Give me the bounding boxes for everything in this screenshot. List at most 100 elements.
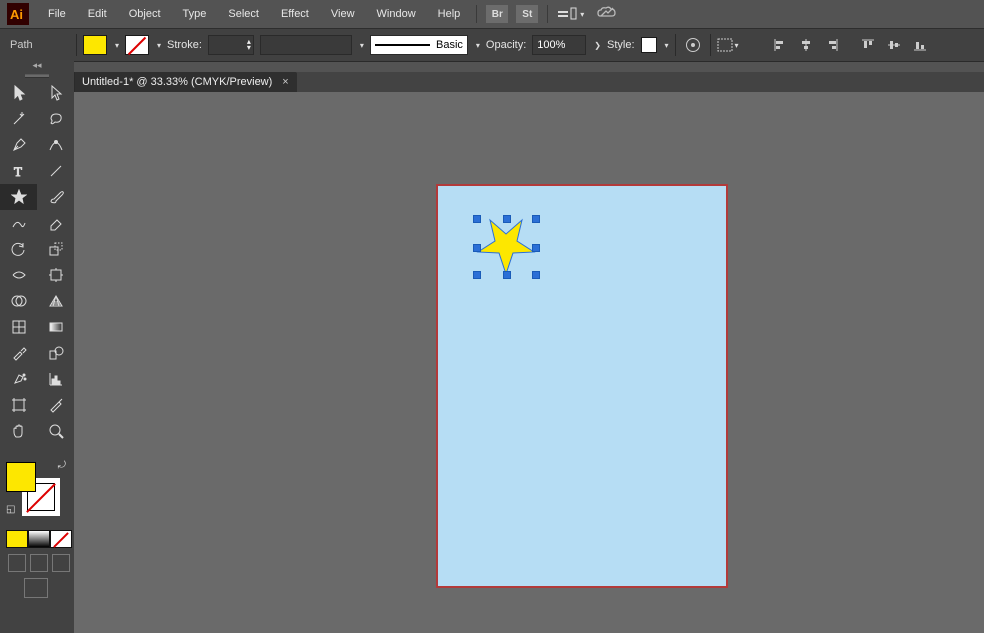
shape-builder-tool[interactable]: [0, 288, 37, 314]
blend-tool[interactable]: [37, 340, 74, 366]
line-segment-tool[interactable]: [37, 158, 74, 184]
pen-tool[interactable]: [0, 132, 37, 158]
chevron-down-icon[interactable]: ▾: [360, 41, 364, 50]
rotate-tool[interactable]: [0, 236, 37, 262]
variable-width-profile[interactable]: [260, 35, 352, 55]
chevron-down-icon[interactable]: ▾: [115, 41, 119, 50]
brush-definition[interactable]: Basic: [370, 35, 468, 55]
align-vcenter-button[interactable]: [883, 34, 905, 56]
screen-mode-button[interactable]: [24, 578, 48, 598]
selection-tool[interactable]: [0, 80, 37, 106]
lasso-tool[interactable]: [37, 106, 74, 132]
selection-handle[interactable]: [532, 244, 540, 252]
menu-help[interactable]: Help: [428, 4, 471, 24]
draw-mode-row: [8, 554, 70, 572]
close-tab-button[interactable]: ×: [282, 76, 288, 88]
mesh-tool[interactable]: [0, 314, 37, 340]
stroke-swatch[interactable]: [125, 35, 149, 55]
canvas-area[interactable]: [74, 92, 984, 633]
slice-tool[interactable]: [37, 392, 74, 418]
chevron-down-icon: ▾: [580, 10, 584, 19]
align-right-button[interactable]: [821, 34, 843, 56]
width-tool[interactable]: [0, 262, 37, 288]
menu-type[interactable]: Type: [173, 4, 217, 24]
chevron-down-icon[interactable]: ▾: [665, 41, 669, 50]
curvature-tool[interactable]: [37, 132, 74, 158]
chevron-down-icon: ▾: [735, 41, 739, 50]
draw-normal-button[interactable]: [8, 554, 26, 572]
align-bottom-button[interactable]: [909, 34, 931, 56]
chevron-down-icon[interactable]: ▾: [476, 41, 480, 50]
selection-handle[interactable]: [473, 271, 481, 279]
align-top-button[interactable]: [857, 34, 879, 56]
bridge-button[interactable]: Br: [486, 5, 508, 23]
separator: [675, 34, 676, 56]
document-tab-strip: Untitled-1* @ 33.33% (CMYK/Preview) ×: [74, 72, 984, 92]
selection-handle[interactable]: [503, 215, 511, 223]
selection-handle[interactable]: [532, 215, 540, 223]
selection-handle[interactable]: [532, 271, 540, 279]
selection-handle[interactable]: [473, 215, 481, 223]
graphic-style-swatch[interactable]: [641, 37, 657, 53]
draw-behind-button[interactable]: [30, 554, 48, 572]
opacity-field[interactable]: 100%: [532, 35, 586, 55]
menu-file[interactable]: File: [38, 4, 76, 24]
menu-select[interactable]: Select: [218, 4, 269, 24]
free-transform-tool[interactable]: [37, 262, 74, 288]
menu-object[interactable]: Object: [119, 4, 171, 24]
menu-separator: [476, 5, 477, 23]
symbol-sprayer-tool[interactable]: [0, 366, 37, 392]
selection-handle[interactable]: [503, 271, 511, 279]
type-tool[interactable]: T: [0, 158, 37, 184]
align-to-button[interactable]: ▾: [717, 34, 739, 56]
fill-proxy[interactable]: [6, 462, 36, 492]
paintbrush-tool[interactable]: [37, 184, 74, 210]
selection-handle[interactable]: [473, 244, 481, 252]
eyedropper-tool[interactable]: [0, 340, 37, 366]
star-tool[interactable]: [0, 184, 37, 210]
opacity-flyout-icon[interactable]: ❯: [594, 41, 601, 50]
arrange-documents-button[interactable]: ▾: [558, 7, 584, 21]
column-graph-tool[interactable]: [37, 366, 74, 392]
perspective-grid-tool[interactable]: [37, 288, 74, 314]
magic-wand-tool[interactable]: [0, 106, 37, 132]
eraser-tool[interactable]: [37, 210, 74, 236]
artboard[interactable]: [438, 186, 726, 586]
stock-button[interactable]: St: [516, 5, 538, 23]
scale-tool[interactable]: [37, 236, 74, 262]
gradient-tool[interactable]: [37, 314, 74, 340]
fill-swatch[interactable]: [83, 35, 107, 55]
menu-view[interactable]: View: [321, 4, 365, 24]
align-left-button[interactable]: [769, 34, 791, 56]
menu-effect[interactable]: Effect: [271, 4, 319, 24]
stroke-weight-field[interactable]: ▴▾: [208, 35, 254, 55]
color-mode-button[interactable]: [6, 530, 28, 548]
direct-selection-tool[interactable]: [37, 80, 74, 106]
default-fill-stroke-icon[interactable]: ◱: [6, 504, 15, 515]
style-label: Style:: [607, 39, 635, 51]
draw-inside-button[interactable]: [52, 554, 70, 572]
separator: [710, 34, 711, 56]
zoom-tool[interactable]: [37, 418, 74, 444]
app-logo-ai-icon: Ai: [6, 2, 30, 26]
swap-fill-stroke-icon[interactable]: ⤾: [58, 460, 66, 471]
gpu-performance-icon[interactable]: [596, 5, 618, 24]
artboard-tool[interactable]: [0, 392, 37, 418]
none-mode-button[interactable]: [50, 530, 72, 548]
document-tab-title: Untitled-1* @ 33.33% (CMYK/Preview): [82, 76, 272, 88]
shaper-tool[interactable]: [0, 210, 37, 236]
star-shape-selected[interactable]: [476, 218, 536, 276]
separator: [76, 34, 77, 56]
menu-window[interactable]: Window: [367, 4, 426, 24]
align-hcenter-button[interactable]: [795, 34, 817, 56]
align-buttons: [769, 34, 931, 56]
selection-type-label: Path: [6, 39, 70, 51]
gradient-mode-button[interactable]: [28, 530, 50, 548]
hand-tool[interactable]: [0, 418, 37, 444]
menu-edit[interactable]: Edit: [78, 4, 117, 24]
color-mode-row: [6, 530, 72, 548]
panel-grip[interactable]: [0, 72, 74, 80]
recolor-artwork-button[interactable]: [682, 34, 704, 56]
chevron-down-icon[interactable]: ▾: [157, 41, 161, 50]
document-tab[interactable]: Untitled-1* @ 33.33% (CMYK/Preview) ×: [74, 72, 297, 92]
